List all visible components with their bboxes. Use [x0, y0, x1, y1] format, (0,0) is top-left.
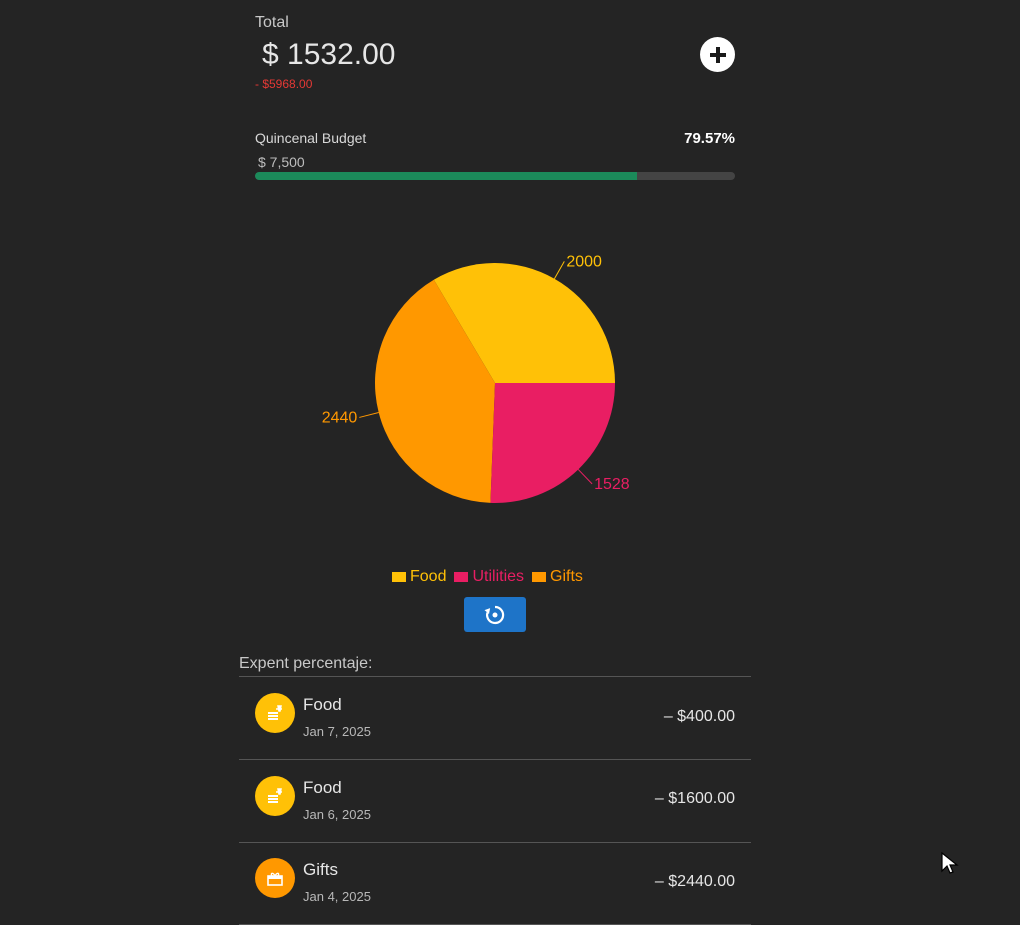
list-item[interactable]: Food Jan 7, 2025 – $400.00: [239, 677, 751, 760]
fastfood-icon: [255, 776, 295, 816]
expense-amount: – $400.00: [663, 708, 735, 725]
legend-label: Gifts: [550, 568, 583, 585]
legend-swatch: [454, 572, 469, 582]
expense-amount: – $1600.00: [654, 790, 735, 807]
expenses-section-title: Expent percentaje:: [239, 655, 373, 672]
list-item[interactable]: Gifts Jan 4, 2025 – $2440.00: [239, 842, 751, 925]
expense-date: Jan 6, 2025: [303, 807, 371, 822]
mouse-cursor-icon: [941, 851, 959, 874]
pie-label-line-food: [553, 261, 565, 279]
pie-label-utilities: 1528: [594, 476, 630, 493]
expense-name: Food: [303, 778, 342, 797]
legend-label: Utilities: [472, 568, 525, 585]
reset-icon: [484, 605, 505, 624]
fastfood-icon: [255, 693, 295, 733]
expense-date: Jan 7, 2025: [303, 724, 371, 739]
list-item[interactable]: Food Jan 6, 2025 – $1600.00: [239, 760, 751, 843]
legend-item-gifts[interactable]: Gifts: [532, 568, 583, 586]
expense-amount: – $2440.00: [654, 873, 735, 890]
expense-name: Gifts: [303, 860, 338, 879]
pie-label-gifts: 2440: [322, 409, 358, 426]
expense-name: Food: [303, 695, 342, 714]
expense-date: Jan 4, 2025: [303, 889, 371, 904]
legend-label: Food: [410, 568, 447, 585]
legend-swatch: [532, 572, 547, 582]
expense-pie-chart: 2000 2440 1528: [322, 253, 630, 503]
legend-swatch: [392, 572, 406, 582]
pie-label-line-utilities: [577, 469, 593, 485]
pie-label-line-gifts: [359, 412, 379, 418]
legend-item-food[interactable]: Food: [392, 568, 446, 586]
gift-icon: [255, 858, 295, 898]
pie-label-food: 2000: [566, 253, 602, 270]
legend-item-utilities[interactable]: Utilities: [454, 568, 524, 586]
reset-chart-button[interactable]: [464, 597, 526, 632]
chart-legend: Food Utilities Gifts: [392, 568, 583, 586]
